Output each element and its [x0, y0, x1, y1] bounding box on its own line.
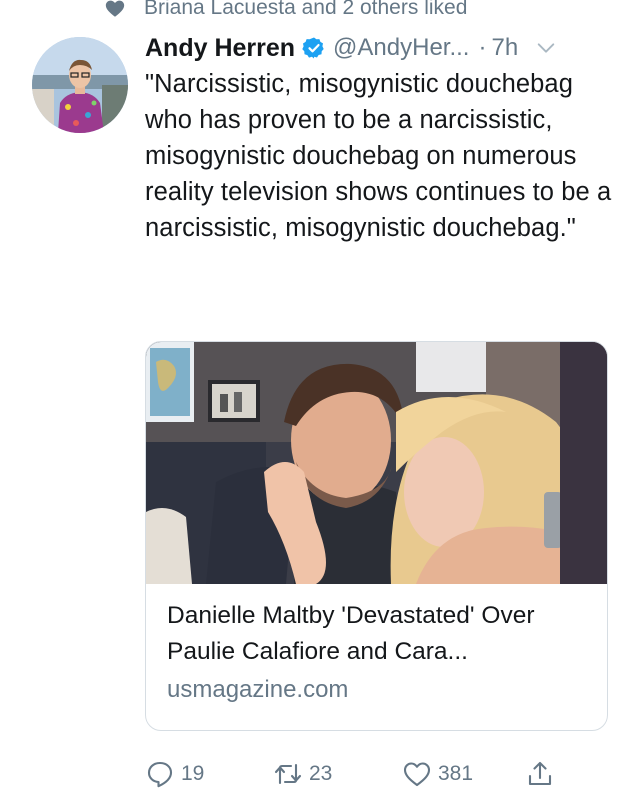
tweet-header: Andy Herren @AndyHer... · 7h [145, 30, 620, 66]
reply-button[interactable]: 19 [145, 756, 204, 792]
author-name[interactable]: Andy Herren [145, 34, 295, 63]
verified-badge-icon [302, 37, 324, 59]
tweet-actions: 19 23 381 [145, 756, 585, 792]
social-context-text: Briana Lacuesta and 2 others liked [144, 0, 468, 19]
card-title: Danielle Maltby 'Devastated' Over Paulie… [167, 602, 535, 665]
tweet-text: "Narcissistic, misogynistic douchebag wh… [145, 70, 612, 242]
share-button[interactable] [525, 756, 555, 792]
avatar[interactable] [32, 37, 128, 133]
like-count: 381 [438, 762, 474, 785]
heart-icon [105, 0, 125, 17]
like-button[interactable]: 381 [402, 756, 473, 792]
like-icon [403, 762, 431, 787]
social-context[interactable]: Briana Lacuesta and 2 others liked [104, 0, 467, 22]
reply-count: 19 [181, 762, 205, 785]
card-domain: usmagazine.com [167, 676, 349, 703]
retweet-icon [274, 763, 302, 785]
author-handle[interactable]: @AndyHer... [333, 34, 469, 62]
reply-icon [147, 761, 173, 788]
share-icon [528, 761, 552, 786]
link-card[interactable]: Danielle Maltby 'Devastated' Over Paulie… [145, 341, 608, 731]
separator-dot: · [478, 34, 487, 61]
chevron-down-icon[interactable] [535, 37, 557, 59]
retweet-button[interactable]: 23 [273, 756, 332, 792]
avatar-photo [32, 37, 128, 133]
retweet-count: 23 [309, 762, 333, 785]
timestamp[interactable]: 7h [491, 34, 518, 62]
card-image [146, 342, 607, 584]
